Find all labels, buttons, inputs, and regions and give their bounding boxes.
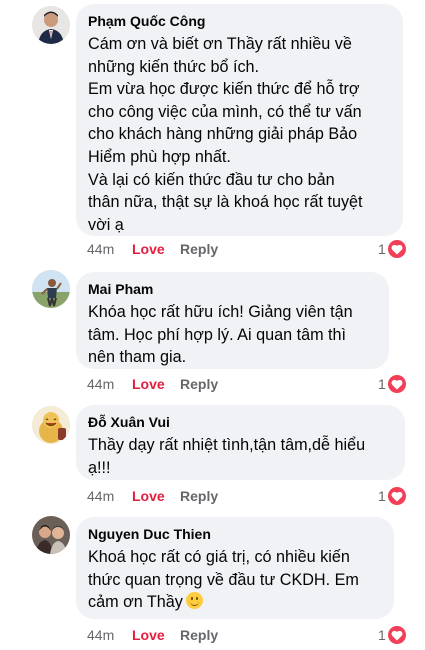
comment-text-content: Khoá học rất có giá trị, có nhiều kiến t…: [88, 548, 359, 612]
comment-text: Thầy dạy rất nhiệt tình,tận tâm,dễ hiểu …: [88, 436, 366, 477]
avatar[interactable]: [32, 516, 70, 554]
love-button[interactable]: Love: [132, 376, 165, 392]
comment-time[interactable]: 44m: [87, 376, 114, 392]
reaction-count-label: 1: [378, 376, 386, 392]
comment-time[interactable]: 44m: [87, 488, 114, 504]
love-button[interactable]: Love: [132, 627, 165, 643]
smiling-face-icon: [185, 592, 203, 610]
comment-bubble: Nguyen Duc Thien Khoá học rất có giá trị…: [76, 517, 394, 619]
heart-icon: [388, 626, 406, 644]
comment-time[interactable]: 44m: [87, 627, 114, 643]
reaction-count-label: 1: [378, 488, 386, 504]
commenter-name[interactable]: Nguyen Duc Thien: [88, 526, 380, 543]
comment-time[interactable]: 44m: [87, 241, 114, 257]
avatar[interactable]: [32, 270, 70, 308]
comment-text: Khoá học rất có giá trị, có nhiều kiến t…: [88, 546, 380, 614]
commenter-name[interactable]: Phạm Quốc Công: [88, 13, 389, 30]
avatar[interactable]: [32, 6, 70, 44]
heart-icon: [388, 240, 406, 258]
reply-button[interactable]: Reply: [180, 376, 218, 392]
avatar[interactable]: [32, 406, 70, 444]
reply-button[interactable]: Reply: [180, 488, 218, 504]
comment-text: Khóa học rất hữu ích! Giảng viên tận tâm…: [88, 303, 353, 367]
commenter-name[interactable]: Mai Pham: [88, 281, 375, 298]
reply-button[interactable]: Reply: [180, 627, 218, 643]
reply-button[interactable]: Reply: [180, 241, 218, 257]
comment-text: Cám ơn và biết ơn Thầy rất nhiều về nhữn…: [88, 35, 363, 234]
love-button[interactable]: Love: [132, 241, 165, 257]
comment-bubble: Mai Pham Khóa học rất hữu ích! Giảng viê…: [76, 272, 389, 369]
love-button[interactable]: Love: [132, 488, 165, 504]
heart-icon: [388, 487, 406, 505]
comment-bubble: Phạm Quốc Công Cám ơn và biết ơn Thầy rấ…: [76, 4, 403, 236]
reaction-count-label: 1: [378, 241, 386, 257]
reaction-count-label: 1: [378, 627, 386, 643]
comment-bubble: Đỗ Xuân Vui Thầy dạy rất nhiệt tình,tận …: [76, 405, 405, 480]
heart-icon: [388, 375, 406, 393]
commenter-name[interactable]: Đỗ Xuân Vui: [88, 414, 391, 431]
